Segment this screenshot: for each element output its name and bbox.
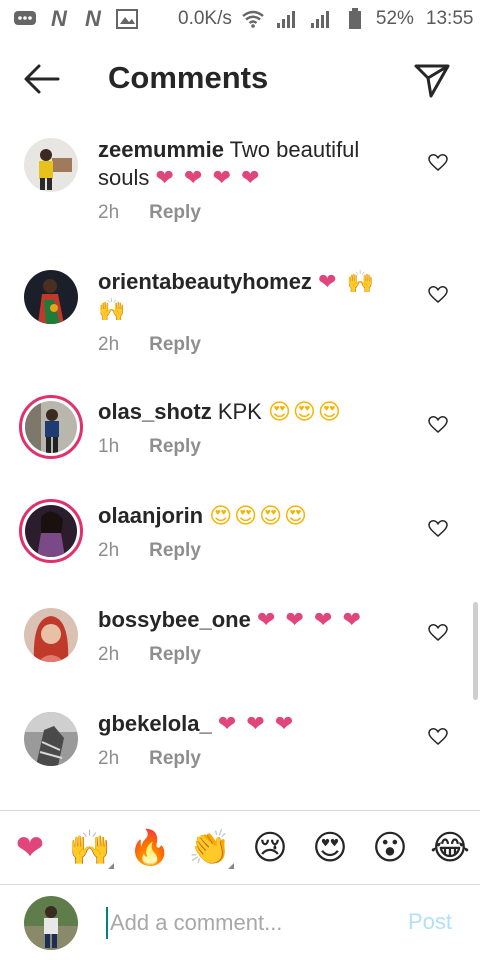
heart-icon[interactable] bbox=[428, 153, 448, 173]
reply-button[interactable]: Reply bbox=[149, 748, 201, 770]
comment-time: 2h bbox=[98, 748, 120, 769]
wifi-icon bbox=[240, 8, 266, 30]
comment-emoji: ❤ ❤ ❤ ❤ bbox=[155, 165, 262, 190]
raising-hands-emoji-icon: 🙌 bbox=[68, 828, 112, 867]
n-icon: N bbox=[51, 6, 67, 31]
reaction-laughing[interactable]: 😂 bbox=[420, 811, 480, 885]
page-title: Comments bbox=[108, 60, 269, 95]
clap-emoji-icon: 👏 bbox=[188, 828, 232, 867]
comment-text: orientabeautyhomez ❤ 🙌 🙌 bbox=[98, 268, 398, 324]
share-button[interactable] bbox=[412, 60, 452, 100]
comment-username[interactable]: bossybee_one bbox=[98, 607, 251, 632]
comment-username[interactable]: zeemummie bbox=[98, 137, 224, 162]
scrollbar[interactable] bbox=[473, 602, 478, 700]
comment-meta: 2h Reply bbox=[98, 202, 201, 224]
fire-emoji-icon: 🔥 bbox=[128, 828, 172, 867]
comment-meta: 2h Reply bbox=[98, 644, 201, 666]
avatar[interactable] bbox=[24, 712, 78, 766]
comment-text: gbekelola_ ❤ ❤ ❤ bbox=[98, 710, 398, 738]
reply-button[interactable]: Reply bbox=[149, 540, 201, 562]
variant-indicator bbox=[228, 862, 234, 869]
reaction-heart-eyes[interactable]: 😍 bbox=[300, 811, 360, 885]
reaction-surprised[interactable]: 😮 bbox=[360, 811, 420, 885]
status-bar: N N 0.0K/s 52% 13:55 bbox=[0, 0, 480, 38]
comment-username[interactable]: olaanjorin bbox=[98, 503, 203, 528]
header: Comments bbox=[0, 38, 480, 122]
heart-icon[interactable] bbox=[428, 415, 448, 435]
post-button[interactable]: Post bbox=[408, 909, 452, 935]
gallery-icon bbox=[114, 8, 140, 30]
heart-icon[interactable] bbox=[428, 285, 448, 305]
comment-time: 2h bbox=[98, 540, 120, 561]
avatar[interactable] bbox=[24, 270, 78, 324]
avatar bbox=[24, 896, 78, 950]
heart-icon[interactable] bbox=[428, 623, 448, 643]
reply-button[interactable]: Reply bbox=[149, 202, 201, 224]
comment-meta: 1h Reply bbox=[98, 436, 201, 458]
network-speed: 0.0K/s bbox=[178, 8, 232, 29]
comment-time: 2h bbox=[98, 202, 120, 223]
comment-username[interactable]: orientabeautyhomez bbox=[98, 269, 312, 294]
reply-button[interactable]: Reply bbox=[149, 644, 201, 666]
comment-time: 2h bbox=[98, 334, 120, 355]
comment-time: 2h bbox=[98, 644, 120, 665]
heart-icon[interactable] bbox=[428, 727, 448, 747]
reaction-sad[interactable]: 😢 bbox=[240, 811, 300, 885]
reply-button[interactable]: Reply bbox=[149, 436, 201, 458]
message-icon bbox=[12, 8, 38, 30]
heart-icon[interactable] bbox=[428, 519, 448, 539]
comment-emoji: ❤ ❤ ❤ bbox=[217, 711, 296, 736]
comment-meta: 2h Reply bbox=[98, 540, 201, 562]
comment-composer: Post bbox=[0, 884, 480, 960]
clock: 13:55 bbox=[425, 8, 474, 29]
surprised-emoji-icon: 😮 bbox=[372, 828, 408, 867]
heart-emoji-icon: ❤ bbox=[15, 828, 45, 867]
avatar-story-ring[interactable] bbox=[19, 395, 83, 459]
avatar[interactable] bbox=[24, 138, 78, 192]
comment-text: bossybee_one ❤ ❤ ❤ ❤ bbox=[98, 606, 398, 634]
battery-icon bbox=[342, 8, 368, 30]
reaction-clap[interactable]: 👏 bbox=[180, 811, 240, 885]
avatar-story-ring[interactable] bbox=[19, 499, 83, 563]
avatar[interactable] bbox=[24, 608, 78, 662]
comment-username[interactable]: gbekelola_ bbox=[98, 711, 212, 736]
comment-text: olaanjorin 😍😍😍😍 bbox=[98, 502, 398, 530]
battery-percent: 52% bbox=[375, 8, 414, 29]
sad-emoji-icon: 😢 bbox=[252, 828, 288, 867]
send-icon bbox=[414, 64, 450, 98]
comment-emoji: 😍😍😍😍 bbox=[209, 503, 309, 528]
back-button[interactable] bbox=[22, 62, 62, 96]
comment-message: KPK bbox=[217, 399, 262, 424]
n-icon: N bbox=[85, 6, 101, 31]
comment-text: olas_shotz KPK 😍😍😍 bbox=[98, 398, 398, 426]
reaction-heart[interactable]: ❤ bbox=[0, 811, 60, 885]
comment-text: zeemummie Two beautiful souls ❤ ❤ ❤ ❤ bbox=[98, 136, 398, 192]
comment-meta: 2h Reply bbox=[98, 334, 201, 356]
comment-emoji: ❤ ❤ ❤ ❤ bbox=[256, 607, 364, 632]
laughing-emoji-icon: 😂 bbox=[430, 828, 470, 867]
heart-eyes-emoji-icon: 😍 bbox=[312, 828, 348, 867]
signal-icon bbox=[308, 8, 334, 30]
comment-time: 1h bbox=[98, 436, 120, 457]
reaction-raising-hands[interactable]: 🙌 bbox=[60, 811, 120, 885]
comment-meta: 2h Reply bbox=[98, 748, 201, 770]
comment-input[interactable] bbox=[106, 907, 386, 939]
signal-icon bbox=[274, 8, 300, 30]
quick-reactions-bar: ❤ 🙌 🔥 👏 😢 😍 😮 😂 bbox=[0, 810, 480, 884]
reply-button[interactable]: Reply bbox=[149, 334, 201, 356]
reaction-fire[interactable]: 🔥 bbox=[120, 811, 180, 885]
comment-emoji: 😍😍😍 bbox=[267, 399, 343, 424]
variant-indicator bbox=[108, 862, 114, 869]
comment-username[interactable]: olas_shotz bbox=[98, 399, 212, 424]
comments-list[interactable]: zeemummie Two beautiful souls ❤ ❤ ❤ ❤ 2h… bbox=[0, 122, 480, 810]
arrow-left-icon bbox=[24, 64, 60, 94]
